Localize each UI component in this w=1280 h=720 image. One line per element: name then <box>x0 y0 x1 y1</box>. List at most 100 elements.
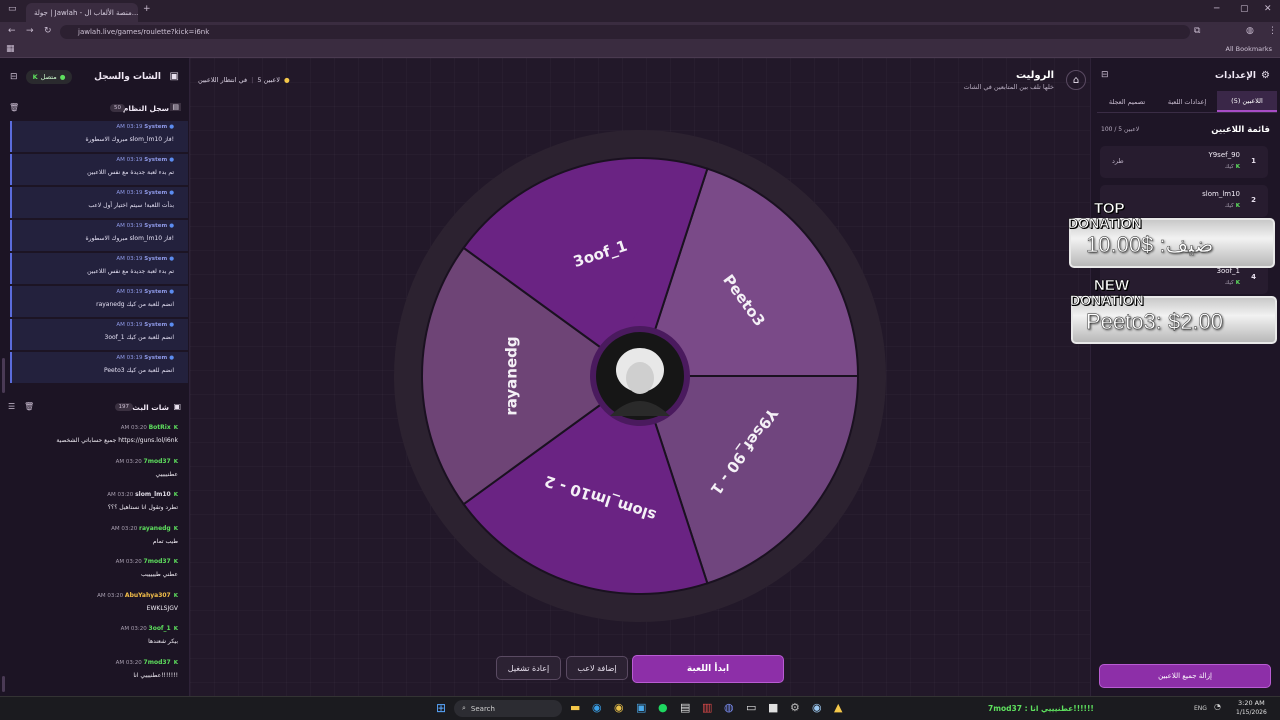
app-icon[interactable]: ■ <box>768 701 778 714</box>
chat-time: AM 03:20 <box>97 592 124 599</box>
kick-icon: K <box>1235 164 1240 170</box>
collapse-panel-icon[interactable]: ⊟ <box>10 72 18 82</box>
trash-icon[interactable]: 🗑 <box>9 103 19 112</box>
chat-scrollbar[interactable] <box>2 676 5 692</box>
system-icon: ● <box>169 322 174 328</box>
tab-players[interactable]: اللاعبين (5) <box>1217 91 1277 112</box>
profile-icon[interactable]: ◍ <box>1246 26 1254 36</box>
chat-username[interactable]: AbuYahya307 <box>125 592 171 599</box>
spotify-icon[interactable]: ● <box>658 701 668 714</box>
syslog-user: System <box>144 256 168 262</box>
chat-text: عطنييييي <box>155 470 178 478</box>
tab-game-settings[interactable]: إعدادات اللعبة <box>1157 91 1217 112</box>
chat-username[interactable]: 7mod37 <box>144 558 171 565</box>
tab-title: جولة | Jawlah - منصة الألعاب ال... <box>34 8 138 17</box>
menu-icon[interactable]: ⋮ <box>1268 26 1277 36</box>
file-explorer-icon[interactable]: ▬ <box>570 701 580 714</box>
app-icon[interactable]: ▤ <box>680 701 690 714</box>
apps-icon[interactable]: ▦ <box>6 44 15 54</box>
chat-time: AM 03:20 <box>111 525 138 532</box>
add-player-button[interactable]: إضافة لاعب <box>566 656 628 680</box>
player-number: 2 <box>1251 195 1256 204</box>
chat-message: AM 03:20 3oof_1 K بيكر شعندها <box>0 623 186 656</box>
chat-trash-icon[interactable]: 🗑 <box>24 402 34 411</box>
clock-time[interactable]: 3:20 AM <box>1238 699 1265 707</box>
store-icon[interactable]: ▣ <box>636 701 646 714</box>
app-icon[interactable]: ▲ <box>834 701 842 714</box>
kick-player-button[interactable]: طرد <box>1112 157 1124 165</box>
close-window-icon[interactable]: ✕ <box>1264 4 1272 14</box>
syslog-time: AM 03:19 <box>116 157 143 163</box>
chat-meta: AM 03:20 AbuYahya307 K <box>97 592 178 599</box>
reload-icon[interactable]: ↻ <box>44 26 52 36</box>
tab-search-icon[interactable]: ▭ <box>8 4 17 14</box>
chat-message: AM 03:20 7mod37 K عطنيييي انا!!!!!!! <box>0 657 186 690</box>
kick-icon: K <box>32 73 38 81</box>
syslog-entry: AM 03:19 System ● Peeto3 انضم للعبة من كيك <box>10 352 188 383</box>
chat-message: AM 03:20 AbuYahya307 K EWKLSJGV <box>0 590 186 623</box>
system-icon: ● <box>169 289 174 295</box>
chat-username[interactable]: BotRix <box>149 424 171 431</box>
player-source: كيكK <box>1225 280 1240 286</box>
chat-log-panel: الشات والسجل ▣ K متصل ● ⊟ ▤ سجل النظام 5… <box>0 58 190 696</box>
all-bookmarks[interactable]: All Bookmarks <box>1226 45 1272 53</box>
roulette-wheel[interactable]: Peeto3Y9sef_90 - 1slom_lm10 - 2rayanedg3… <box>190 58 1090 696</box>
maximize-icon[interactable]: ▢ <box>1240 4 1249 14</box>
edge-icon[interactable]: ◉ <box>592 701 602 714</box>
remove-all-players-button[interactable]: إزالة جميع اللاعبين <box>1099 664 1271 688</box>
steam-icon[interactable]: ◉ <box>812 701 822 714</box>
settings-icon[interactable]: ⚙ <box>790 701 800 714</box>
app-icon[interactable]: ▥ <box>702 701 712 714</box>
new-tab-icon[interactable]: + <box>143 4 151 14</box>
player-row[interactable]: 2 slom_lm10 كيك K <box>1100 184 1268 217</box>
syslog-time: AM 03:19 <box>116 190 143 196</box>
chat-meta: AM 03:20 3oof_1 K <box>121 625 178 632</box>
start-game-button[interactable]: ابدأ اللعبة <box>632 655 784 683</box>
syslog-user: System <box>144 223 168 229</box>
kick-icon: K <box>173 559 178 565</box>
taskbar-search[interactable]: ⌕ Search <box>454 700 562 717</box>
restart-label: إعادة تشغيل <box>507 663 550 673</box>
kick-icon: K <box>173 492 178 498</box>
syslog-meta: AM 03:19 System ● <box>116 157 174 163</box>
chrome-icon[interactable]: ◉ <box>614 701 624 714</box>
tab-wheel-design[interactable]: تصميم العجلة <box>1097 91 1157 112</box>
player-source: كيكK <box>1225 164 1240 170</box>
browser-tab[interactable]: جولة | Jawlah - منصة الألعاب ال... ✕ <box>26 3 138 22</box>
url-field[interactable]: jawlah.live/games/roulette?kick=i6nk <box>60 25 1190 39</box>
wheel-segment-label: rayanedg <box>503 336 521 415</box>
filter-icon[interactable]: ☰ <box>8 402 15 411</box>
syslog-user: System <box>144 124 168 130</box>
collapse-right-icon[interactable]: ⊟ <box>1101 70 1109 80</box>
chat-username[interactable]: 7mod37 <box>144 458 171 465</box>
player-number: 4 <box>1251 272 1256 281</box>
chat-text: تطرد وتقول انا نستاهيل ؟؟؟ <box>107 504 178 511</box>
syslog-time: AM 03:19 <box>116 322 143 328</box>
clock-date[interactable]: 1/15/2026 <box>1236 709 1267 716</box>
minimize-icon[interactable]: ─ <box>1214 4 1219 14</box>
syslog-message: تم بدء لعبة جديدة مع نفس اللاعبين <box>87 169 174 176</box>
chat-time: AM 03:20 <box>120 626 147 632</box>
extensions-icon[interactable]: ⧉ <box>1194 26 1200 36</box>
chat-time: AM 03:20 <box>115 659 142 666</box>
syslog-message: rayanedg انضم للعبة من كيك <box>96 301 174 308</box>
chat-username[interactable]: 7mod37 <box>144 659 171 666</box>
wifi-icon[interactable]: ◔ <box>1214 702 1221 711</box>
player-list-count: 100 / 5 لاعبين <box>1101 126 1140 133</box>
scrollbar[interactable] <box>2 358 5 393</box>
chat-username[interactable]: slom_lm10 <box>135 491 171 498</box>
forward-icon[interactable]: → <box>26 26 34 36</box>
terminal-icon[interactable]: ▭ <box>746 701 756 714</box>
chat-meta: AM 03:20 slom_lm10 K <box>107 491 178 498</box>
discord-icon[interactable]: ◍ <box>724 701 734 714</box>
chat-username[interactable]: rayanedg <box>139 525 171 532</box>
back-icon[interactable]: ← <box>8 26 16 36</box>
syslog-message: مبروك الاسطورة slom_lm10 فاز! <box>85 136 174 143</box>
chat-username[interactable]: 3oof_1 <box>149 625 171 632</box>
windows-start-icon[interactable]: ⊞ <box>436 701 446 715</box>
restart-button[interactable]: إعادة تشغيل <box>496 656 561 680</box>
top-sub-label: DONATION <box>1068 215 1142 231</box>
player-row[interactable]: 1 Y9sef_90 كيك K طرد <box>1100 146 1268 178</box>
language-indicator[interactable]: ENG <box>1194 705 1207 712</box>
browser-tab-bar: جولة | Jawlah - منصة الألعاب ال... ✕ + ▭… <box>0 0 1280 22</box>
